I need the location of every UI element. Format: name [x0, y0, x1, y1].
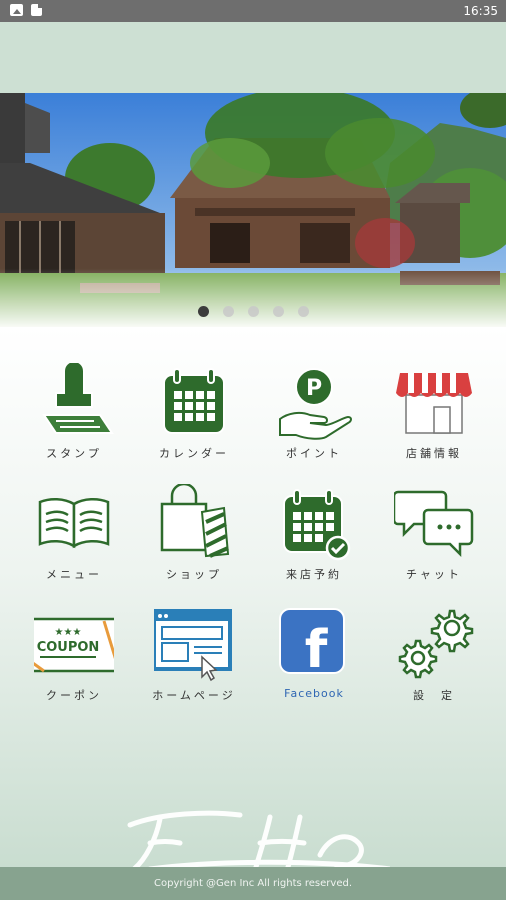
brand-logo: Flora Ho [120, 795, 393, 875]
browser-icon [152, 605, 234, 685]
menu-item-label: ホームページ [152, 689, 236, 702]
facebook-icon: f [274, 605, 354, 685]
menu-item-settings[interactable]: 設 定 [379, 605, 489, 703]
menu-item-stamp[interactable]: スタンプ [19, 360, 129, 461]
book-icon [34, 484, 114, 564]
hero-carousel-image[interactable] [0, 93, 506, 327]
menu-item-label: ショップ [166, 568, 222, 581]
menu-item-facebook[interactable]: f Facebook [259, 605, 369, 700]
menu-item-label: クーポン [46, 689, 102, 702]
gear-icon [394, 605, 474, 685]
reservation-calendar-icon [274, 484, 354, 564]
menu-item-label: スタンプ [46, 447, 102, 460]
carousel-dot[interactable] [247, 306, 259, 317]
status-bar: 16:35 [0, 0, 506, 22]
menu-item-menu[interactable]: メニュー [19, 484, 129, 582]
file-notification-icon [31, 4, 42, 16]
store-icon [394, 363, 474, 443]
menu-item-label: メニュー [46, 568, 102, 581]
menu-item-coupon[interactable]: ★★★ COUPON クーポン [19, 605, 129, 703]
logo-text: Flora Ho [233, 843, 278, 854]
carousel-dot[interactable] [297, 306, 309, 317]
chat-icon [392, 484, 474, 564]
menu-item-calendar[interactable]: カレンダー [139, 363, 249, 461]
menu-item-reservation[interactable]: 来店予約 [259, 484, 369, 582]
footer-copyright: Copyright @Gen Inc All rights reserved. [0, 867, 506, 900]
menu-item-label: 設 定 [413, 689, 455, 702]
carousel-dot[interactable] [197, 306, 209, 317]
carousel-dot[interactable] [272, 306, 284, 317]
facebook-letter: f [305, 620, 329, 680]
stamp-icon [34, 360, 114, 443]
calendar-icon [154, 363, 234, 443]
menu-item-label: Facebook [284, 687, 344, 700]
menu-item-label: ポイント [286, 447, 342, 460]
coupon-word: COUPON [37, 640, 100, 655]
menu-item-shop[interactable]: ショップ [139, 482, 249, 582]
menu-item-label: 店舗情報 [406, 447, 462, 460]
menu-item-label: カレンダー [159, 447, 229, 460]
carousel-indicator[interactable] [0, 302, 506, 321]
menu-item-label: 来店予約 [286, 568, 342, 581]
image-notification-icon [10, 4, 23, 16]
point-letter: P [306, 376, 322, 401]
carousel-dot[interactable] [222, 306, 234, 317]
menu-item-point[interactable]: P ポイント [259, 363, 369, 461]
menu-panel: スタンプ カレンダー P ポイント 店舗情報 メニュー ショップ 来店予約 チャ… [0, 327, 506, 872]
header-band [0, 22, 506, 93]
menu-item-homepage[interactable]: ホームページ [139, 605, 249, 703]
menu-item-store[interactable]: 店舗情報 [379, 363, 489, 461]
point-icon: P [274, 363, 354, 443]
coupon-stars: ★★★ [55, 627, 82, 638]
menu-item-label: チャット [406, 568, 462, 581]
status-time: 16:35 [463, 4, 498, 18]
shopping-bag-icon [154, 482, 234, 564]
menu-item-chat[interactable]: チャット [379, 484, 489, 582]
coupon-icon: ★★★ COUPON [26, 605, 122, 685]
